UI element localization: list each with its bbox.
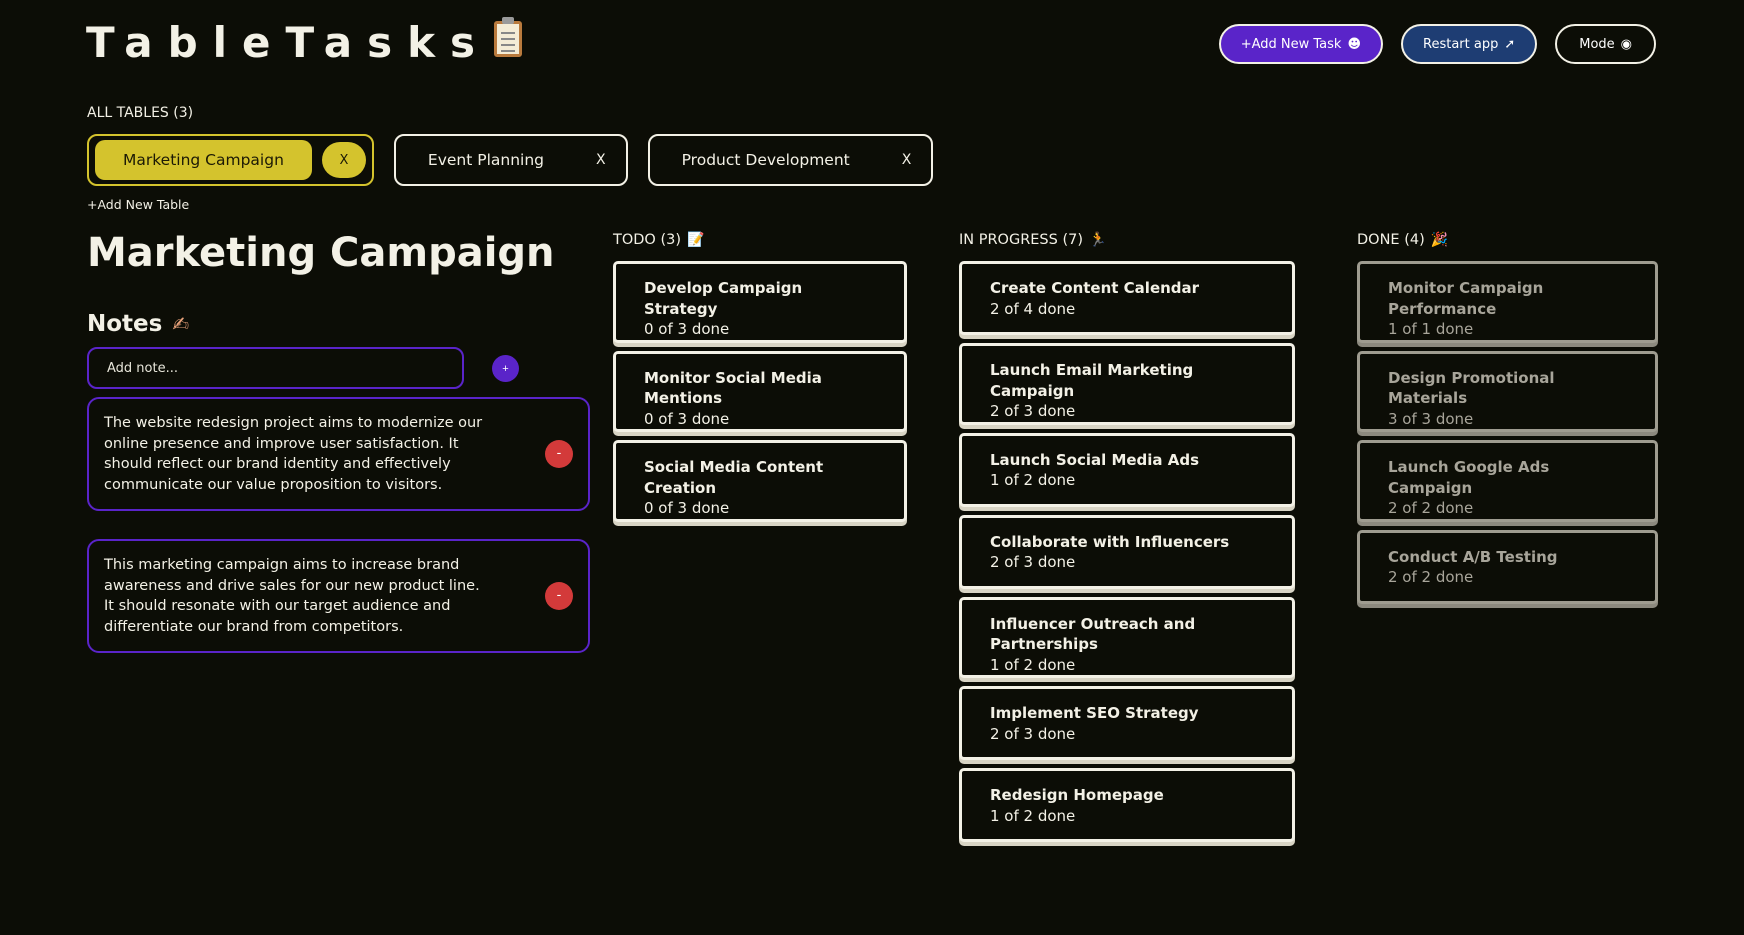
task-card[interactable]: Launch Social Media Ads 1 of 2 done (959, 432, 1295, 507)
task-card[interactable]: Launch Google Ads Campaign 2 of 2 done (1357, 440, 1658, 522)
task-card[interactable]: Social Media Content Creation 0 of 3 don… (613, 440, 907, 522)
rocket-icon: ➚ (1504, 36, 1516, 52)
add-new-task-button[interactable]: +Add New Task ☻ (1218, 24, 1383, 64)
todo-column: Develop Campaign Strategy 0 of 3 done Mo… (613, 261, 907, 522)
table-close-button[interactable]: X (596, 152, 606, 168)
writing-hand-icon: ✍ (172, 312, 190, 336)
mode-label: Mode (1579, 36, 1615, 52)
globe-icon: ◉ (1620, 36, 1632, 52)
task-title: Influencer Outreach and Partnerships (990, 614, 1196, 654)
task-title: Implement SEO Strategy (990, 704, 1199, 722)
in-progress-heading-label: IN PROGRESS (7) (959, 232, 1083, 248)
task-title: Monitor Social Media Mentions (644, 368, 822, 408)
task-title: Create Content Calendar (990, 279, 1200, 297)
done-column: Monitor Campaign Performance 1 of 1 done… (1357, 261, 1658, 604)
note-text: The website redesign project aims to mod… (104, 415, 483, 493)
task-progress: 0 of 3 done (644, 320, 730, 338)
table-close-button[interactable]: X (902, 152, 912, 168)
restart-app-button[interactable]: Restart app ➚ (1401, 24, 1538, 64)
task-title: Conduct A/B Testing (1388, 547, 1558, 566)
task-card[interactable]: Implement SEO Strategy 2 of 3 done (959, 686, 1295, 760)
table-tab-event-planning[interactable]: Event Planning X (393, 134, 628, 186)
task-card[interactable]: Monitor Social Media Mentions 0 of 3 don… (613, 350, 907, 432)
task-progress: 1 of 2 done (990, 655, 1076, 674)
task-progress: 1 of 2 done (990, 471, 1076, 489)
party-popper-icon: 🎉 (1430, 232, 1449, 248)
page-title: Marketing Campaign (87, 230, 555, 276)
table-tab-label[interactable]: Product Development (682, 151, 850, 169)
task-title: Launch Google Ads Campaign (1388, 458, 1550, 497)
notes-heading: Notes ✍ (87, 311, 189, 337)
task-progress: 1 of 1 done (1388, 320, 1474, 338)
task-progress: 2 of 4 done (990, 299, 1076, 318)
notes-heading-label: Notes (87, 311, 163, 337)
task-card[interactable]: Monitor Campaign Performance 1 of 1 done (1357, 261, 1658, 343)
mode-button[interactable]: Mode ◉ (1555, 24, 1656, 64)
add-new-task-label: +Add New Task (1240, 36, 1342, 52)
task-progress: 0 of 3 done (644, 409, 730, 428)
task-title: Design Promotional Materials (1388, 368, 1555, 408)
add-new-table-link[interactable]: +Add New Table (87, 197, 189, 212)
task-title: Launch Social Media Ads (990, 450, 1200, 469)
running-person-icon: 🏃 (1089, 232, 1107, 248)
memo-icon: 📝 (687, 232, 705, 248)
note-card: This marketing campaign aims to increase… (87, 539, 590, 653)
task-progress: 0 of 3 done (644, 499, 730, 517)
restart-app-label: Restart app (1423, 36, 1499, 52)
app-logo: TableTasks (86, 17, 523, 67)
app-root: TableTasks +Add New Task ☻ Restart app ➚… (0, 0, 1744, 935)
all-tables-heading: ALL TABLES (3) (87, 105, 194, 121)
task-card[interactable]: Design Promotional Materials 3 of 3 done (1357, 350, 1658, 432)
note-card: The website redesign project aims to mod… (87, 397, 590, 511)
task-card[interactable]: Launch Email Marketing Campaign 2 of 3 d… (959, 343, 1295, 425)
task-title: Launch Email Marketing Campaign (990, 361, 1194, 400)
table-tab-label[interactable]: Marketing Campaign (95, 140, 312, 180)
task-progress: 2 of 2 done (1388, 499, 1474, 517)
in-progress-column: Create Content Calendar 2 of 4 done Laun… (959, 261, 1295, 842)
task-card[interactable]: Influencer Outreach and Partnerships 1 o… (959, 596, 1295, 678)
add-note-button[interactable]: + (492, 355, 519, 382)
task-card[interactable]: Collaborate with Influencers 2 of 3 done (959, 514, 1295, 589)
header-actions: +Add New Task ☻ Restart app ➚ Mode ◉ (1218, 24, 1656, 64)
task-progress: 2 of 3 done (990, 402, 1076, 420)
table-tabs: Marketing Campaign X Event Planning X Pr… (87, 134, 934, 186)
task-card[interactable]: Create Content Calendar 2 of 4 done (959, 261, 1295, 335)
task-title: Develop Campaign Strategy (644, 279, 803, 318)
task-title: Collaborate with Influencers (990, 532, 1230, 551)
task-card[interactable]: Conduct A/B Testing 2 of 2 done (1357, 529, 1658, 604)
task-title: Redesign Homepage (990, 786, 1164, 804)
done-heading-label: DONE (4) (1357, 232, 1425, 248)
task-card[interactable]: Redesign Homepage 1 of 2 done (959, 768, 1295, 842)
done-column-heading: DONE (4) 🎉 (1357, 232, 1448, 248)
add-note-input[interactable] (87, 347, 464, 389)
task-progress: 2 of 2 done (1388, 568, 1474, 586)
table-tab-label[interactable]: Event Planning (428, 151, 544, 169)
table-tab-product-development[interactable]: Product Development X (647, 134, 934, 186)
task-title: Monitor Campaign Performance (1388, 279, 1544, 318)
note-text: This marketing campaign aims to increase… (104, 557, 480, 635)
app-title: TableTasks (86, 18, 491, 67)
table-tab-marketing-campaign[interactable]: Marketing Campaign X (87, 134, 374, 186)
task-progress: 3 of 3 done (1388, 409, 1474, 428)
task-progress: 2 of 3 done (990, 724, 1076, 743)
delete-note-button[interactable]: - (545, 440, 573, 468)
table-close-button[interactable]: X (321, 142, 366, 178)
smiley-icon: ☻ (1347, 36, 1361, 52)
task-title: Social Media Content Creation (644, 458, 824, 497)
todo-column-heading: TODO (3) 📝 (613, 232, 704, 248)
task-card[interactable]: Develop Campaign Strategy 0 of 3 done (613, 261, 907, 343)
delete-note-button[interactable]: - (545, 582, 573, 610)
clipboard-icon (494, 17, 523, 67)
task-progress: 1 of 2 done (990, 806, 1076, 825)
in-progress-column-heading: IN PROGRESS (7) 🏃 (959, 232, 1106, 248)
todo-heading-label: TODO (3) (613, 232, 681, 248)
task-progress: 2 of 3 done (990, 553, 1076, 571)
